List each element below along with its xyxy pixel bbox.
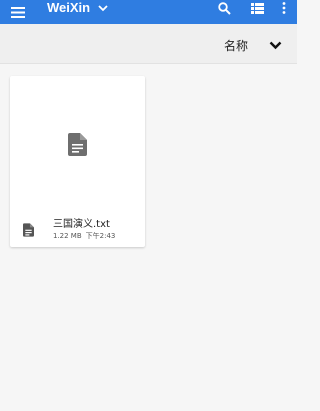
chevron-down-icon[interactable] bbox=[266, 36, 284, 54]
app-title: WeiXin bbox=[47, 0, 91, 15]
document-icon bbox=[21, 222, 35, 238]
file-size: 1.22 MB bbox=[53, 232, 82, 240]
menu-icon[interactable] bbox=[10, 0, 26, 24]
more-vert-icon[interactable] bbox=[276, 0, 292, 16]
sort-label[interactable]: 名称 bbox=[224, 38, 248, 54]
file-card[interactable]: 三国演义.txt 1.22 MB 下午2:43 bbox=[10, 76, 145, 247]
search-icon[interactable] bbox=[215, 0, 233, 16]
file-meta: 1.22 MB 下午2:43 bbox=[53, 232, 115, 241]
document-icon bbox=[68, 132, 87, 156]
file-name: 三国演义.txt bbox=[53, 219, 110, 230]
view-list-icon[interactable] bbox=[248, 0, 266, 16]
file-preview bbox=[10, 76, 145, 212]
app-bar: WeiXin bbox=[0, 0, 297, 24]
chevron-down-icon[interactable] bbox=[96, 0, 110, 16]
sort-bar: 名称 bbox=[0, 24, 297, 64]
file-time: 下午2:43 bbox=[85, 232, 116, 240]
